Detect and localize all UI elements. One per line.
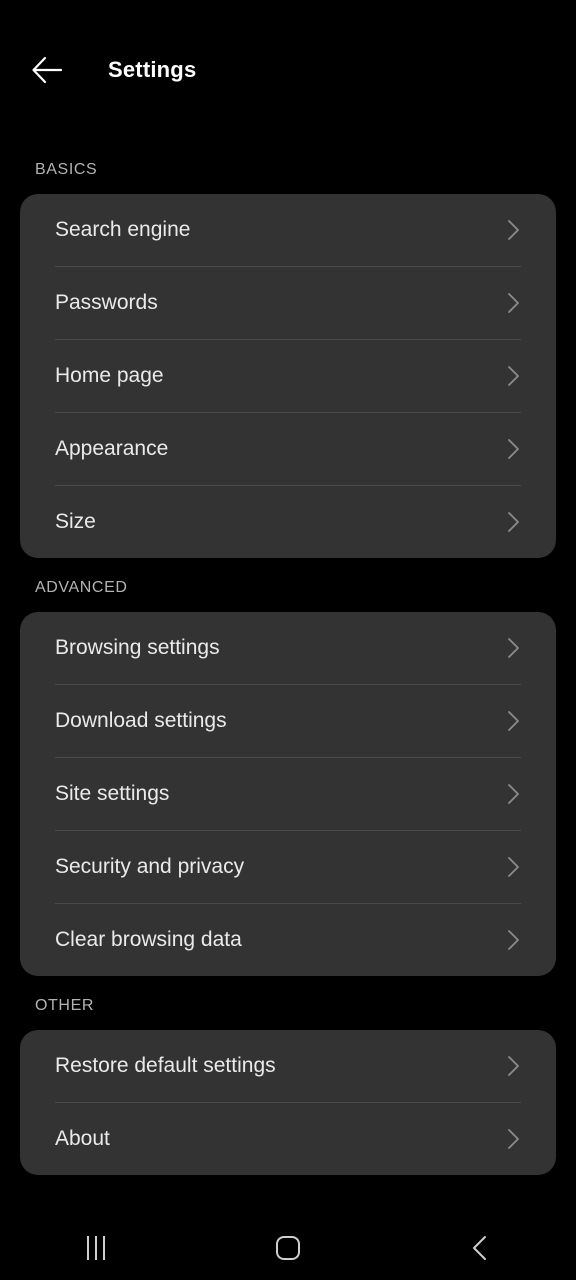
settings-row-clear-browsing-data[interactable]: Clear browsing data: [20, 904, 556, 976]
row-label: Download settings: [55, 709, 227, 732]
settings-row-search-engine[interactable]: Search engine: [20, 194, 556, 266]
settings-row-home-page[interactable]: Home page: [20, 340, 556, 412]
row-label: Security and privacy: [55, 855, 245, 878]
settings-row-appearance[interactable]: Appearance: [20, 413, 556, 485]
settings-scroll-area[interactable]: BASICS Search engine Passwords Home page: [0, 140, 576, 1215]
settings-row-browsing-settings[interactable]: Browsing settings: [20, 612, 556, 684]
settings-card-other: Restore default settings About: [20, 1030, 556, 1175]
row-label: Clear browsing data: [55, 928, 242, 951]
settings-row-about[interactable]: About: [20, 1103, 556, 1175]
recent-apps-icon: [87, 1235, 105, 1260]
chevron-right-icon: [505, 638, 521, 658]
back-chevron-icon: [473, 1235, 486, 1260]
settings-row-passwords[interactable]: Passwords: [20, 267, 556, 339]
row-label: Browsing settings: [55, 636, 220, 659]
section-other: OTHER Restore default settings About: [0, 976, 576, 1175]
chevron-right-icon: [505, 293, 521, 313]
back-button[interactable]: [24, 47, 70, 93]
home-icon: [276, 1235, 300, 1260]
settings-row-size[interactable]: Size: [20, 486, 556, 558]
chevron-right-icon: [505, 857, 521, 877]
row-label: Size: [55, 510, 96, 533]
section-header-basics: BASICS: [35, 161, 98, 178]
home-button[interactable]: [192, 1215, 384, 1280]
chevron-right-icon: [505, 220, 521, 240]
arrow-left-icon: [32, 56, 63, 84]
chevron-right-icon: [505, 1129, 521, 1149]
row-label: Search engine: [55, 218, 191, 241]
settings-row-restore-default-settings[interactable]: Restore default settings: [20, 1030, 556, 1102]
page-title: Settings: [108, 57, 197, 82]
section-header-advanced: ADVANCED: [35, 579, 128, 596]
recent-apps-button[interactable]: [0, 1215, 192, 1280]
chevron-right-icon: [505, 711, 521, 731]
settings-card-advanced: Browsing settings Download settings Site…: [20, 612, 556, 976]
app-bar: Settings: [0, 0, 576, 140]
settings-row-download-settings[interactable]: Download settings: [20, 685, 556, 757]
row-label: Passwords: [55, 291, 158, 314]
row-label: Appearance: [55, 437, 169, 460]
settings-row-security-and-privacy[interactable]: Security and privacy: [20, 831, 556, 903]
chevron-right-icon: [505, 439, 521, 459]
section-advanced: ADVANCED Browsing settings Download sett…: [0, 558, 576, 976]
section-header-other: OTHER: [35, 997, 94, 1014]
chevron-right-icon: [505, 784, 521, 804]
settings-row-site-settings[interactable]: Site settings: [20, 758, 556, 830]
system-navigation-bar: [0, 1215, 576, 1280]
row-label: About: [55, 1127, 110, 1150]
settings-card-basics: Search engine Passwords Home page Appear…: [20, 194, 556, 558]
chevron-right-icon: [505, 512, 521, 532]
row-label: Restore default settings: [55, 1054, 276, 1077]
chevron-right-icon: [505, 930, 521, 950]
row-label: Home page: [55, 364, 164, 387]
chevron-right-icon: [505, 366, 521, 386]
section-basics: BASICS Search engine Passwords Home page: [0, 140, 576, 558]
back-nav-button[interactable]: [384, 1215, 576, 1280]
chevron-right-icon: [505, 1056, 521, 1076]
row-label: Site settings: [55, 782, 170, 805]
